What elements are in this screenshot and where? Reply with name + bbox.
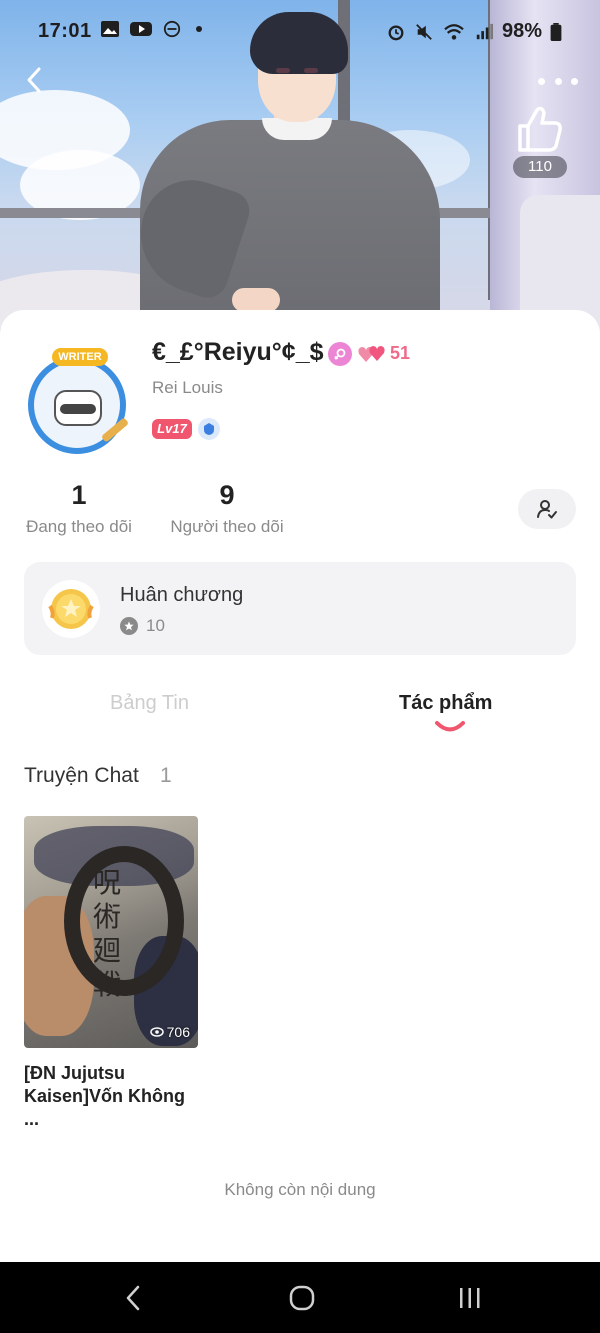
medal-title: Huân chương [120,584,244,606]
profile-display-name: Rei Louis [152,378,223,397]
followers-label: Người theo dõi [170,517,284,536]
active-tab-indicator [435,721,465,732]
following-label: Đang theo dõi [26,517,132,536]
more-dot-icon [571,77,578,85]
verified-shield-icon [198,418,220,440]
nav-back-icon [126,1285,140,1311]
eye-icon [149,1027,164,1037]
writer-badge: WRITER [52,348,108,366]
like-button[interactable]: 110 [510,104,570,180]
avatar[interactable]: WRITER [24,348,130,454]
battery-icon [550,22,562,41]
section-count: 1 [160,764,172,787]
signal-icon [476,23,493,39]
youtube-icon [130,22,152,36]
alarm-icon [388,24,404,40]
female-gender-icon [328,342,352,366]
tab-feed[interactable]: Bảng Tin [110,692,189,715]
profile-username: €_£°Reiyu°¢_$ [152,338,324,366]
heart-count: 51 [390,343,411,363]
thumbs-up-icon [518,106,562,152]
nav-recents-button[interactable] [450,1282,490,1314]
system-navigation-bar [0,1262,600,1333]
medal-panel[interactable]: Huân chương 10 [24,562,576,655]
status-bar: 17:01 98% [0,0,600,62]
profile-screen: 17:01 98% 110 WRITER €_£°Reiyu°¢_$ 51 Re… [0,0,600,1333]
battery-percent: 98% [501,20,542,42]
more-dot-icon [554,77,562,85]
back-button[interactable] [16,62,52,98]
chevron-left-icon [27,67,41,93]
user-check-icon [537,500,557,519]
view-count: 706 [166,1024,190,1040]
medal-icon [42,580,100,638]
story-cover[interactable]: 呪術廻戦 706 [24,816,198,1048]
nav-recents-icon [460,1288,480,1308]
nav-back-button[interactable] [114,1282,154,1314]
nav-home-icon [289,1285,315,1311]
like-count: 110 [513,156,567,178]
star-badge-icon [120,617,138,635]
story-title[interactable]: [ĐN Jujutsu Kaisen]Vốn Không ... [24,1062,204,1131]
story-cover-text: 呪術廻戦 [92,866,121,1001]
followers-count: 9 [219,480,235,510]
nav-home-button[interactable] [282,1282,322,1314]
view-count-wrap: 706 [149,1024,190,1040]
more-options-button[interactable] [538,70,578,92]
wifi-icon [444,23,464,40]
hearts-icon [358,346,385,362]
tab-works[interactable]: Tác phẩm [399,692,492,715]
section-title: Truyện Chat [24,764,139,787]
follow-status-button[interactable] [518,489,576,529]
level-badge: Lv17 [152,419,192,439]
following-count: 1 [71,480,87,510]
do-not-disturb-icon [163,20,181,38]
mute-icon [416,23,432,40]
gallery-icon [101,21,119,37]
medal-count: 10 [146,616,165,635]
more-dot-icon [538,77,545,85]
following-stat[interactable]: 1 Đang theo dõi [24,480,134,537]
status-time: 17:01 [38,20,92,42]
followers-stat[interactable]: 9 Người theo dõi [168,480,286,537]
end-of-content-text: Không còn nội dung [224,1180,376,1199]
notification-dot-icon [196,26,202,32]
